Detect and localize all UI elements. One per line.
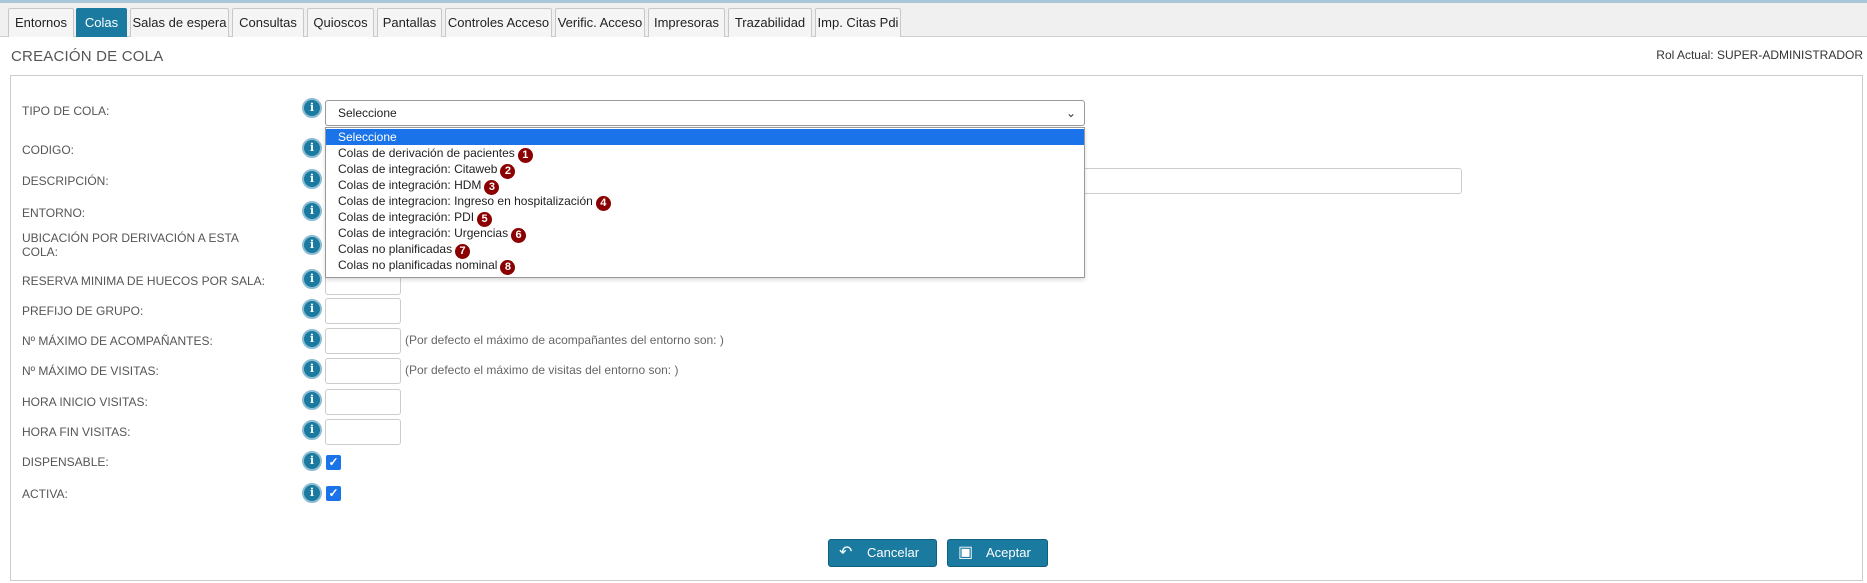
dropdown-option[interactable]: Seleccione — [326, 129, 1084, 145]
info-icon[interactable]: i — [302, 169, 322, 189]
tab-colas[interactable]: Colas — [76, 8, 127, 37]
info-icon[interactable]: i — [302, 98, 322, 118]
option-label: Seleccione — [338, 130, 397, 144]
tab-consultas[interactable]: Consultas — [232, 8, 304, 37]
hora-inicio-label: HORA INICIO VISITAS: — [22, 395, 148, 409]
info-icon[interactable]: i — [302, 483, 322, 503]
tipo-cola-dropdown: Seleccione Colas de derivación de pacien… — [325, 127, 1085, 278]
option-label: Colas de integración: PDI — [338, 210, 475, 224]
option-label: Colas no planificadas — [338, 242, 453, 256]
page-title: CREACIÓN DE COLA — [11, 48, 164, 65]
info-icon[interactable]: i — [302, 235, 322, 255]
info-icon[interactable]: i — [302, 138, 322, 158]
option-label: Colas de integración: Urgencias — [338, 226, 509, 240]
undo-arrow-icon: ↶ — [839, 544, 853, 561]
ubicacion-label-line1: UBICACIÓN POR DERIVACIÓN A ESTA — [22, 231, 239, 245]
dropdown-option[interactable]: Colas de integración: HDM 3 — [326, 177, 1084, 195]
number-badge: 8 — [500, 260, 516, 275]
info-icon[interactable]: i — [302, 299, 322, 319]
tab-pantallas[interactable]: Pantallas — [377, 8, 442, 37]
save-icon: ▣ — [958, 544, 974, 561]
info-icon[interactable]: i — [302, 451, 322, 471]
info-icon[interactable]: i — [302, 359, 322, 379]
chevron-down-icon: ⌄ — [1065, 106, 1076, 120]
tab-entornos[interactable]: Entornos — [8, 8, 74, 37]
cancel-button-label: Cancelar — [867, 545, 920, 560]
option-label: Colas de integracion: Ingreso en hospita… — [338, 194, 593, 208]
prefijo-label: PREFIJO DE GRUPO: — [22, 304, 144, 318]
entorno-label: ENTORNO: — [22, 206, 86, 220]
tab-imp-citas-pdi[interactable]: Imp. Citas Pdi — [815, 8, 901, 37]
hora-fin-input[interactable] — [325, 419, 401, 445]
max-acompanantes-label: Nº MÁXIMO DE ACOMPAÑANTES: — [22, 334, 213, 348]
tipo-cola-label: TIPO DE COLA: — [22, 104, 110, 118]
codigo-label: CODIGO: — [22, 143, 75, 157]
info-icon[interactable]: i — [302, 390, 322, 410]
tab-impresoras[interactable]: Impresoras — [648, 8, 725, 37]
max-visitas-hint: (Por defecto el máximo de visitas del en… — [405, 363, 679, 377]
activa-checkbox[interactable]: ✓ — [326, 486, 341, 501]
dropdown-option[interactable]: Colas no planificadas 7 — [326, 241, 1084, 259]
accept-button-label: Aceptar — [986, 545, 1031, 560]
tab-salas-de-espera[interactable]: Salas de espera — [130, 8, 229, 37]
dispensable-label: DISPENSABLE: — [22, 455, 109, 469]
dropdown-option[interactable]: Colas no planificadas nominal 8 — [326, 257, 1084, 275]
descripcion-label: DESCRIPCIÓN: — [22, 174, 109, 188]
info-icon[interactable]: i — [302, 201, 322, 221]
dropdown-option[interactable]: Colas de derivación de pacientes 1 — [326, 145, 1084, 163]
option-label: Colas de integración: HDM — [338, 178, 482, 192]
ubicacion-label: UBICACIÓN POR DERIVACIÓN A ESTA COLA: — [22, 231, 239, 259]
option-label: Colas no planificadas nominal — [338, 258, 498, 272]
dropdown-option[interactable]: Colas de integración: Urgencias 6 — [326, 225, 1084, 243]
dispensable-checkbox[interactable]: ✓ — [326, 455, 341, 470]
tab-quioscos[interactable]: Quioscos — [307, 8, 374, 37]
select-value: Seleccione — [338, 106, 397, 120]
tab-bar: Entornos Colas Salas de espera Consultas… — [0, 3, 1867, 37]
cancel-button[interactable]: ↶ Cancelar — [828, 539, 937, 567]
tab-verific-acceso[interactable]: Verific. Acceso — [555, 8, 645, 37]
dropdown-option[interactable]: Colas de integracion: Ingreso en hospita… — [326, 193, 1084, 211]
option-label: Colas de derivación de pacientes — [338, 146, 515, 160]
info-icon[interactable]: i — [302, 420, 322, 440]
dropdown-option[interactable]: Colas de integración: Citaweb 2 — [326, 161, 1084, 179]
info-icon[interactable]: i — [302, 269, 322, 289]
tab-trazabilidad[interactable]: Trazabilidad — [728, 8, 812, 37]
tab-controles-acceso[interactable]: Controles Acceso — [445, 8, 552, 37]
option-label: Colas de integración: Citaweb — [338, 162, 498, 176]
max-visitas-input[interactable] — [325, 358, 401, 384]
prefijo-input[interactable] — [325, 298, 401, 324]
reserva-label: RESERVA MINIMA DE HUECOS POR SALA: — [22, 274, 265, 288]
max-visitas-label: Nº MÁXIMO DE VISITAS: — [22, 364, 159, 378]
current-role: Rol Actual: SUPER-ADMINISTRADOR — [1656, 48, 1863, 62]
activa-label: ACTIVA: — [22, 487, 68, 501]
hora-fin-label: HORA FIN VISITAS: — [22, 425, 131, 439]
hora-inicio-input[interactable] — [325, 389, 401, 415]
tipo-cola-select[interactable]: Seleccione ⌄ — [325, 100, 1085, 126]
info-icon[interactable]: i — [302, 329, 322, 349]
ubicacion-label-line2: COLA: — [22, 245, 59, 259]
accept-button[interactable]: ▣ Aceptar — [947, 539, 1048, 567]
dropdown-option[interactable]: Colas de integración: PDI 5 — [326, 209, 1084, 227]
max-acompanantes-hint: (Por defecto el máximo de acompañantes d… — [405, 333, 724, 347]
max-acompanantes-input[interactable] — [325, 328, 401, 354]
